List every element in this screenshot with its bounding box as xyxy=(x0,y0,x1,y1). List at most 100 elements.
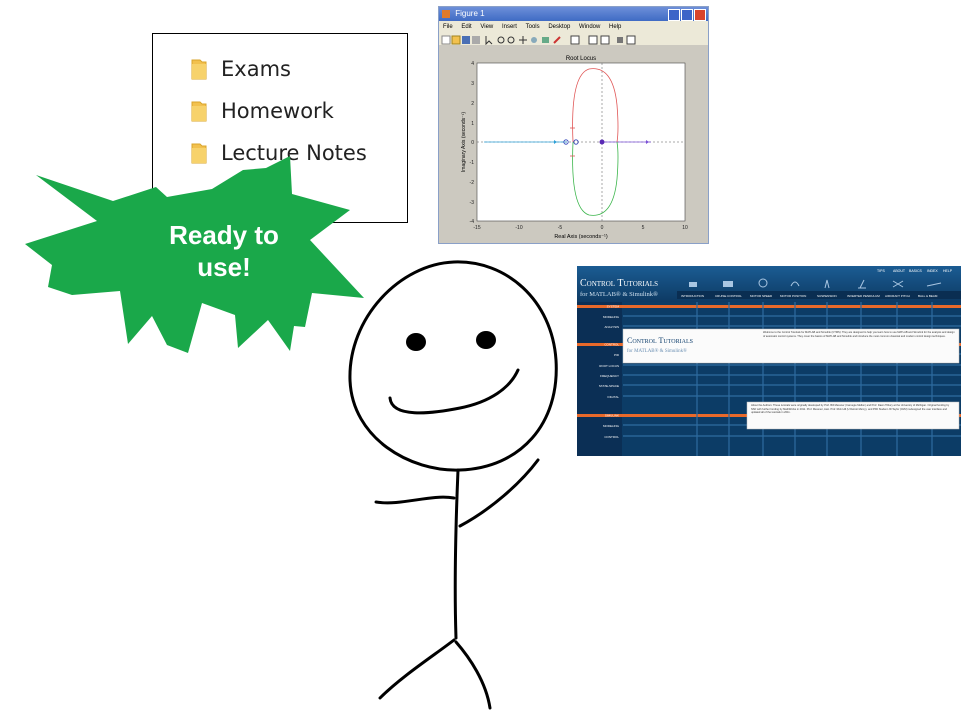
save-icon[interactable] xyxy=(462,36,470,44)
menu-view[interactable]: View xyxy=(480,24,493,30)
sidebar-item-simulink-modeling[interactable]: MODELING xyxy=(603,424,620,428)
open-icon[interactable] xyxy=(451,35,461,45)
stick-figure-left-eye xyxy=(406,333,426,351)
sidebar-item-simulink-control[interactable]: CONTROL xyxy=(604,435,619,439)
intro-text: Welcome to the Control Tutorials for MAT… xyxy=(763,331,955,338)
figure-titlebar: Figure 1 xyxy=(439,7,708,21)
y-tick-label: -2 xyxy=(470,180,475,186)
stick-figure-mouth xyxy=(388,368,520,415)
stick-figure-right-leg xyxy=(454,640,492,710)
top-link-tips[interactable]: TIPS xyxy=(877,269,885,273)
plot-title: Root Locus xyxy=(566,56,596,62)
pan-icon[interactable] xyxy=(519,36,527,44)
x-tick-label: -5 xyxy=(558,225,563,231)
menu-window[interactable]: Window xyxy=(579,24,600,30)
new-figure-icon[interactable] xyxy=(441,35,451,45)
y-axis-label: Imaginary Axis (seconds⁻¹) xyxy=(461,112,467,172)
menu-tools[interactable]: Tools xyxy=(526,24,540,30)
tab-aircraft-pitch[interactable]: AIRCRAFT PITCH xyxy=(885,294,910,298)
pole-marker xyxy=(599,139,605,145)
sidebar-item-state-space[interactable]: STATE-SPACE xyxy=(599,384,619,388)
folder-icon xyxy=(191,58,207,80)
y-tick-label: -4 xyxy=(470,219,475,225)
rotate-icon[interactable] xyxy=(531,37,537,43)
stick-figure-left-leg xyxy=(378,638,456,700)
intro-brand: Control Tutorials xyxy=(627,336,693,345)
sidebar-item-control[interactable]: CONTROL xyxy=(604,343,619,347)
callout-line2: use! xyxy=(197,252,251,282)
tab-ball-beam[interactable]: BALL & BEAM xyxy=(918,294,938,298)
stick-figure-right-eye xyxy=(476,331,496,349)
zoom-in-icon[interactable] xyxy=(497,36,505,44)
stick-figure-head xyxy=(348,260,558,472)
matlab-icon xyxy=(442,10,450,18)
maximize-icon[interactable] xyxy=(681,9,693,21)
intro-brand-sub: for MATLAB® & Simulink® xyxy=(627,348,687,354)
callout-text: Ready to use! xyxy=(150,219,298,283)
sidebar-item-system[interactable]: SYSTEM xyxy=(607,305,620,309)
sidebar-item-simulink[interactable]: SIMULINK xyxy=(605,414,619,418)
datatip-icon[interactable] xyxy=(542,37,549,43)
x-axis-label: Real Axis (seconds⁻¹) xyxy=(554,234,608,240)
sidebar-item-pid[interactable]: PID xyxy=(614,353,620,357)
tab-inverted-pendulum[interactable]: INVERTED PENDULUM xyxy=(847,294,880,298)
pointer-icon[interactable] xyxy=(485,36,493,46)
tab-motor-position[interactable]: MOTOR POSITION xyxy=(780,294,806,298)
hide-tools-icon[interactable] xyxy=(617,37,623,43)
y-tick-label: 0 xyxy=(471,140,474,146)
zoom-out-icon[interactable] xyxy=(507,36,515,44)
y-tick-label: 3 xyxy=(471,81,474,87)
top-link-help[interactable]: HELP xyxy=(943,269,953,273)
sidebar-item-root-locus[interactable]: ROOT LOCUS xyxy=(599,364,619,368)
folder-item-homework[interactable]: Homework xyxy=(191,96,334,126)
sidebar-item-modeling[interactable]: MODELING xyxy=(603,315,620,319)
menu-edit[interactable]: Edit xyxy=(461,24,471,30)
figure-menubar: File Edit View Insert Tools Desktop Wind… xyxy=(439,22,708,32)
menu-insert[interactable]: Insert xyxy=(502,24,517,30)
menu-file[interactable]: File xyxy=(443,24,453,30)
print-icon[interactable] xyxy=(472,36,480,44)
car-icon[interactable] xyxy=(723,281,733,287)
section-bar-system xyxy=(577,305,961,308)
x-tick-label: -10 xyxy=(515,225,522,231)
intro-icon[interactable] xyxy=(689,282,697,287)
colorbar-icon[interactable] xyxy=(588,35,598,45)
top-link-basics[interactable]: BASICS xyxy=(909,269,923,273)
menu-desktop[interactable]: Desktop xyxy=(548,24,570,30)
callout-line1: Ready to xyxy=(169,220,279,250)
y-tick-label: -3 xyxy=(470,200,475,206)
stick-figure-left-arm xyxy=(374,495,456,505)
figure-title: Figure 1 xyxy=(455,9,485,18)
folder-label: Exams xyxy=(221,57,291,81)
top-link-about[interactable]: ABOUT xyxy=(893,269,906,273)
link-icon[interactable] xyxy=(570,35,580,45)
folder-item-exams[interactable]: Exams xyxy=(191,54,291,84)
legend-icon[interactable] xyxy=(600,35,610,45)
tab-cruise-control[interactable]: CRUISE CONTROL xyxy=(715,294,742,298)
top-link-index[interactable]: INDEX xyxy=(927,269,938,273)
x-tick-label: 0 xyxy=(601,225,604,231)
folder-label: Homework xyxy=(221,99,334,123)
control-tutorials-website: TIPS ABOUT BASICS INDEX HELP Control Tut… xyxy=(577,266,961,456)
menu-help[interactable]: Help xyxy=(609,24,621,30)
stick-figure-body xyxy=(453,468,460,640)
sidebar-item-frequency[interactable]: FREQUENCY xyxy=(600,374,619,378)
stick-figure xyxy=(348,260,558,710)
x-tick-label: -15 xyxy=(473,225,480,231)
x-tick-label: 10 xyxy=(682,225,688,231)
close-icon[interactable] xyxy=(694,9,706,21)
sidebar-item-analysis[interactable]: ANALYSIS xyxy=(605,325,619,329)
x-tick-label: 5 xyxy=(642,225,645,231)
minimize-icon[interactable] xyxy=(668,9,680,21)
tab-motor-speed[interactable]: MOTOR SPEED xyxy=(750,294,773,298)
tab-introduction[interactable]: INTRODUCTION xyxy=(681,294,704,298)
tab-suspension[interactable]: SUSPENSION xyxy=(817,294,837,298)
y-tick-label: 1 xyxy=(471,121,474,127)
sidebar-item-digital[interactable]: DIGITAL xyxy=(608,395,620,399)
y-tick-label: 4 xyxy=(471,61,474,67)
show-tools-icon[interactable] xyxy=(626,35,636,45)
brush-icon[interactable] xyxy=(553,36,561,44)
matlab-figure-window: Figure 1 File Edit View Insert Tools Des… xyxy=(438,6,709,244)
y-tick-label: 2 xyxy=(471,101,474,107)
tutorial-grid xyxy=(623,302,961,456)
